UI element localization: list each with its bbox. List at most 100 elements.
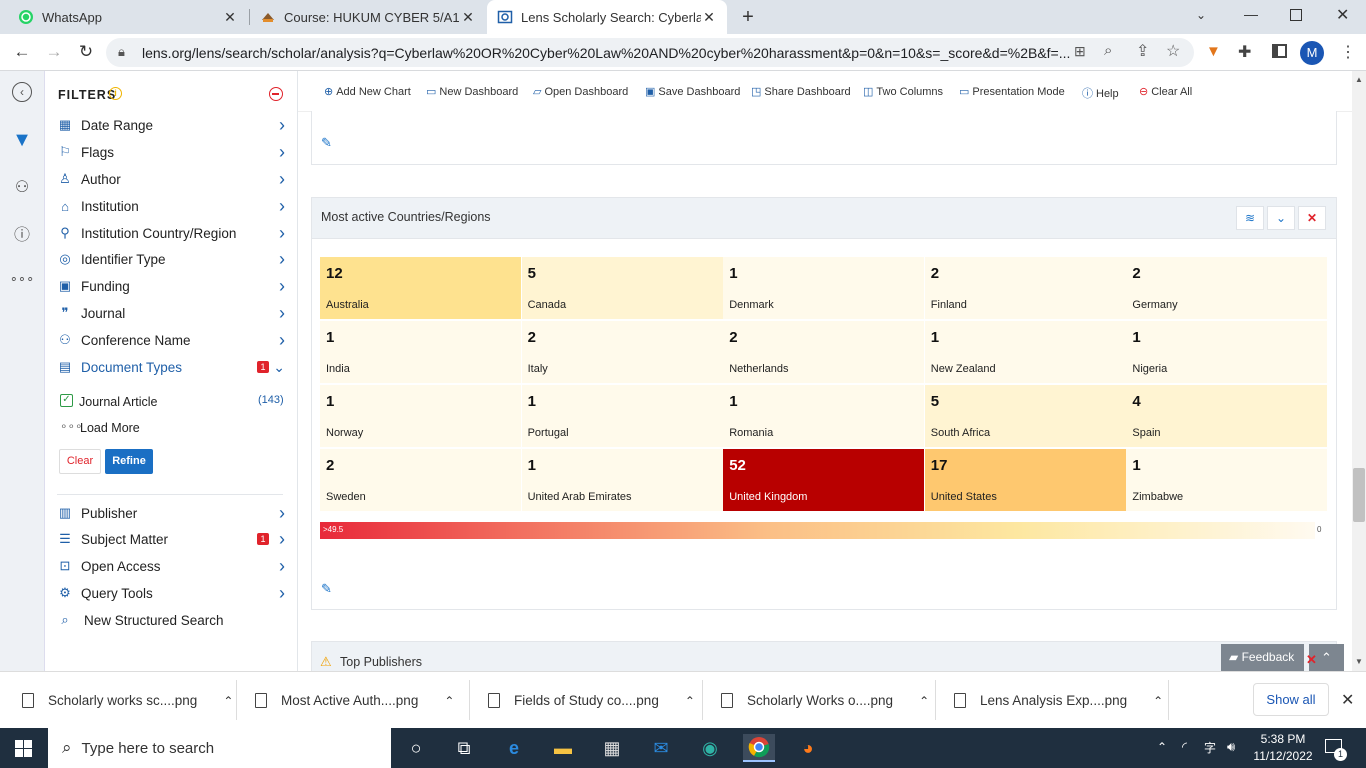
user-settings-icon[interactable]: ⚇: [10, 175, 34, 199]
remove-filters-icon[interactable]: [269, 87, 283, 101]
clock-date[interactable]: 11/12/2022: [1251, 749, 1315, 763]
download-item[interactable]: Scholarly works sc....png ⌃: [22, 672, 233, 729]
tab-whatsapp[interactable]: WhatsApp ✕: [8, 0, 248, 34]
edit-icon[interactable]: ✎: [321, 135, 332, 151]
feedback-button[interactable]: ▰ Feedback: [1221, 644, 1304, 671]
chevron-up-icon[interactable]: ⌃: [685, 694, 695, 708]
forward-arrow-icon[interactable]: →: [42, 40, 66, 64]
translate-icon[interactable]: ⊞: [1074, 43, 1086, 60]
firefox-icon[interactable]: ◕: [792, 734, 824, 762]
profile-avatar[interactable]: M: [1300, 41, 1324, 65]
filter-conference-name[interactable]: ⚇ Conference Name ›: [57, 328, 285, 352]
scrollbar-thumb[interactable]: [1353, 468, 1365, 522]
filter-icon[interactable]: ▼: [10, 128, 34, 152]
heatmap-cell[interactable]: 1 India: [320, 321, 521, 383]
edge-icon[interactable]: ◉: [694, 734, 726, 762]
heatmap-cell[interactable]: 12 Australia: [320, 257, 521, 319]
show-all-button[interactable]: Show all: [1253, 683, 1329, 716]
share-icon[interactable]: ⇪: [1136, 41, 1149, 61]
close-tab-icon[interactable]: ✕: [222, 9, 238, 26]
close-downloads-icon[interactable]: ✕: [1341, 690, 1354, 710]
heatmap-cell[interactable]: 1 Denmark: [723, 257, 925, 319]
scroll-down-icon[interactable]: ▼: [1355, 657, 1363, 666]
filter-date-range[interactable]: ▦ Date Range ›: [57, 113, 285, 137]
scroll-up-icon[interactable]: ▲: [1355, 75, 1363, 84]
clock-time[interactable]: 5:38 PM: [1253, 732, 1313, 746]
collapse-icon[interactable]: ‹: [12, 82, 32, 102]
toolbar-open-dashboard-button[interactable]: ▱ Open Dashboard: [533, 85, 628, 98]
chevron-up-icon[interactable]: ⌃: [223, 694, 233, 708]
heatmap-cell[interactable]: 2 Italy: [521, 321, 723, 383]
metamask-icon[interactable]: ▼: [1206, 43, 1226, 63]
cortana-icon[interactable]: ○: [400, 734, 432, 762]
heatmap-cell[interactable]: 2 Sweden: [320, 449, 521, 511]
filter-funding[interactable]: ▣ Funding ›: [57, 274, 285, 298]
filter-institution-country-region[interactable]: ⚲ Institution Country/Region ›: [57, 221, 285, 245]
toolbar-help-button[interactable]: ⓘ Help: [1082, 85, 1119, 101]
heatmap-cell[interactable]: 5 South Africa: [924, 385, 1126, 447]
filter-subject-matter[interactable]: ☰ Subject Matter 1 ›: [57, 527, 285, 551]
vertical-scrollbar[interactable]: ▲ ▼: [1352, 71, 1366, 671]
mail-icon[interactable]: ✉: [645, 734, 677, 762]
filter-query-tools[interactable]: ⚙ Query Tools ›: [57, 581, 285, 605]
download-item[interactable]: Lens Analysis Exp....png ⌃: [954, 672, 1163, 729]
taskbar-search-box[interactable]: ⌕ Type here to search: [48, 728, 391, 768]
heatmap-cell[interactable]: 1 New Zealand: [924, 321, 1126, 383]
heatmap-cell[interactable]: 1 Zimbabwe: [1126, 449, 1328, 511]
chrome-icon[interactable]: [743, 734, 775, 762]
reload-icon[interactable]: ↻: [74, 40, 98, 64]
heatmap-cell[interactable]: 1 Nigeria: [1126, 321, 1328, 383]
info-icon[interactable]: ⓘ: [10, 221, 34, 245]
more-dots-icon[interactable]: ∘∘∘: [10, 267, 34, 291]
toolbar-clear-all-button[interactable]: ⊖ Clear All: [1139, 85, 1192, 98]
filter-open-access[interactable]: ⊡ Open Access ›: [57, 554, 285, 578]
filter-publisher[interactable]: ▥ Publisher ›: [57, 501, 285, 525]
extensions-icon[interactable]: ✚: [1238, 42, 1251, 62]
clear-button[interactable]: Clear: [59, 449, 101, 474]
filter-journal[interactable]: ❞ Journal ›: [57, 301, 286, 325]
heatmap-cell[interactable]: 1 Norway: [320, 385, 521, 447]
toolbar-add-new-chart-button[interactable]: ⊕ Add New Chart: [324, 85, 411, 98]
filter-author[interactable]: ♙ Author ›: [57, 167, 285, 191]
side-panel-icon[interactable]: [1272, 44, 1287, 58]
volume-icon[interactable]: 🔊︎: [1227, 739, 1235, 755]
download-item[interactable]: Fields of Study co....png ⌃: [488, 672, 695, 729]
heatmap-cell[interactable]: 1 United Arab Emirates: [521, 449, 723, 511]
close-feedback-icon[interactable]: ✕: [1306, 652, 1317, 668]
minimize-icon[interactable]: —: [1244, 6, 1258, 22]
heatmap-cell[interactable]: 52 United Kingdom: [723, 449, 925, 511]
close-tab-icon[interactable]: ✕: [701, 9, 717, 26]
chevron-down-icon[interactable]: ⌄: [1267, 206, 1295, 230]
chevron-up-icon[interactable]: ⌃: [1153, 694, 1163, 708]
new-structured-search-link[interactable]: ⌕ New Structured Search: [57, 608, 285, 632]
tab-search-chevron-icon[interactable]: ⌄: [1196, 8, 1206, 22]
menu-dots-icon[interactable]: ⋮: [1340, 42, 1356, 62]
filter-institution[interactable]: ⌂ Institution ›: [57, 194, 285, 218]
toolbar-presentation-mode-button[interactable]: ▭ Presentation Mode: [959, 85, 1065, 98]
load-more-link[interactable]: Load More: [80, 421, 140, 435]
back-arrow-icon[interactable]: ←: [10, 40, 34, 64]
chevron-up-icon[interactable]: ⌃: [444, 694, 454, 708]
task-view-icon[interactable]: ⧉: [448, 734, 480, 762]
edit-icon[interactable]: ✎: [321, 581, 332, 597]
filter-identifier-type[interactable]: ◎ Identifier Type ›: [57, 247, 285, 271]
toolbar-save-dashboard-button[interactable]: ▣ Save Dashboard: [645, 85, 740, 98]
maximize-icon[interactable]: [1290, 9, 1302, 21]
wifi-icon[interactable]: ◜: [1182, 739, 1187, 755]
store-icon[interactable]: ▦: [596, 734, 628, 762]
filter-document-types[interactable]: ▤ Document Types 1 ⌄: [57, 355, 285, 379]
journal-article-label[interactable]: Journal Article: [79, 395, 158, 409]
close-tab-icon[interactable]: ✕: [460, 9, 476, 26]
heatmap-cell[interactable]: 1 Portugal: [521, 385, 723, 447]
heatmap-cell[interactable]: 4 Spain: [1126, 385, 1328, 447]
toolbar-new-dashboard-button[interactable]: ▭ New Dashboard: [426, 85, 518, 98]
heatmap-cell[interactable]: 17 United States: [924, 449, 1126, 511]
filter-flags[interactable]: ⚐ Flags ›: [57, 140, 285, 164]
heatmap-cell[interactable]: 5 Canada: [521, 257, 723, 319]
tray-chevron-icon[interactable]: ⌃: [1157, 740, 1167, 754]
language-icon[interactable]: 字: [1204, 739, 1216, 756]
heatmap-cell[interactable]: 2 Germany: [1126, 257, 1328, 319]
close-window-icon[interactable]: ✕: [1336, 5, 1349, 25]
layers-icon[interactable]: ≋: [1236, 206, 1264, 230]
filters-info-icon[interactable]: i: [109, 87, 122, 100]
